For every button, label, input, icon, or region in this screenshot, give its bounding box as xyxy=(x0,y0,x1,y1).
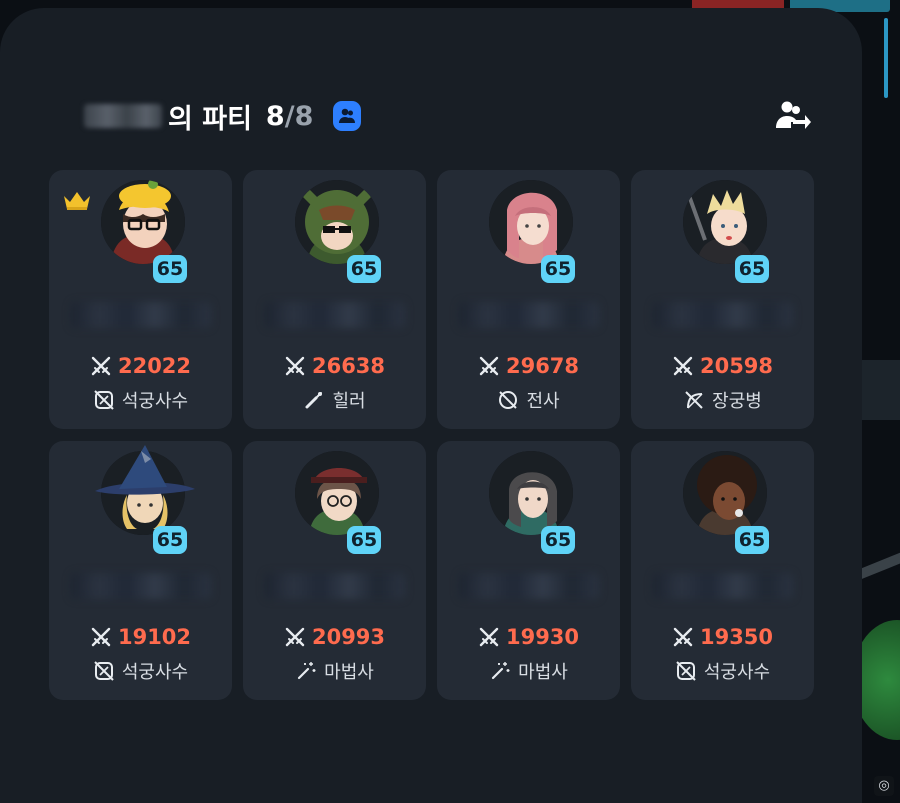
member-level-badge: 65 xyxy=(541,526,575,554)
member-class-label: 석궁사수 xyxy=(121,391,189,412)
magic-wand-icon xyxy=(298,662,316,680)
party-header: 의 파티 8/8 xyxy=(84,96,362,136)
member-power-value: 20598 xyxy=(699,354,774,378)
member-name-redacted xyxy=(653,573,793,599)
member-name-redacted xyxy=(459,302,599,328)
member-avatar xyxy=(489,180,573,264)
member-combat-power: 22022 xyxy=(49,354,232,378)
member-level-badge: 65 xyxy=(541,255,575,283)
leader-crown-icon xyxy=(64,192,90,210)
party-member-card[interactable]: 65 29678 전사 xyxy=(437,170,620,429)
member-level-badge: 65 xyxy=(153,255,187,283)
member-class: 전사 xyxy=(437,387,620,413)
member-avatar xyxy=(101,180,185,264)
member-avatar xyxy=(95,445,195,535)
member-combat-power: 26638 xyxy=(243,354,426,378)
member-power-value: 29678 xyxy=(505,354,580,378)
party-member-card[interactable]: 65 20598 장궁병 xyxy=(631,170,814,429)
party-count-separator: / xyxy=(284,100,295,132)
member-combat-power: 19930 xyxy=(437,625,620,649)
party-member-card[interactable]: 65 20993 마법사 xyxy=(243,441,426,700)
member-avatar xyxy=(683,451,767,535)
party-member-card[interactable]: 65 22022 석궁사수 xyxy=(49,170,232,429)
member-class: 석궁사수 xyxy=(49,658,232,684)
party-count-current: 8 xyxy=(265,100,285,132)
party-member-card[interactable]: 65 26638 힐러 xyxy=(243,170,426,429)
member-class-label: 전사 xyxy=(526,391,560,412)
party-people-icon[interactable] xyxy=(333,101,362,131)
member-avatar xyxy=(295,451,379,535)
crossed-swords-icon xyxy=(285,627,305,647)
member-power-value: 22022 xyxy=(117,354,192,378)
member-combat-power: 20598 xyxy=(631,354,814,378)
member-avatar xyxy=(683,180,767,264)
member-class-label: 마법사 xyxy=(324,662,374,683)
member-class-label: 마법사 xyxy=(518,662,568,683)
party-member-card[interactable]: 65 19930 마법사 xyxy=(437,441,620,700)
crossed-swords-icon xyxy=(285,356,305,376)
member-class: 마법사 xyxy=(243,658,426,684)
member-class-label: 장궁병 xyxy=(712,391,762,412)
crossed-swords-icon xyxy=(91,356,111,376)
crossbow-icon xyxy=(676,661,696,681)
warrior-shield-icon xyxy=(499,391,518,409)
member-combat-power: 20993 xyxy=(243,625,426,649)
member-avatar xyxy=(489,451,573,535)
member-level-badge: 65 xyxy=(735,255,769,283)
member-name-redacted xyxy=(71,573,211,599)
member-combat-power: 19102 xyxy=(49,625,232,649)
member-power-value: 20993 xyxy=(311,625,386,649)
target-lock-icon[interactable]: ◎ xyxy=(874,776,894,796)
member-name-redacted xyxy=(265,573,405,599)
crossbow-icon xyxy=(94,390,114,410)
party-member-card[interactable]: 65 19350 석궁사수 xyxy=(631,441,814,700)
party-member-count: 8/8 xyxy=(266,101,313,132)
member-class-label: 힐러 xyxy=(332,391,366,412)
member-class: 석궁사수 xyxy=(49,387,232,413)
healer-wand-icon xyxy=(305,392,323,409)
party-title: 의 파티 xyxy=(168,103,252,135)
crossed-swords-icon xyxy=(479,627,499,647)
member-level-badge: 65 xyxy=(347,255,381,283)
member-name-redacted xyxy=(71,302,211,328)
member-class-label: 석궁사수 xyxy=(121,662,189,683)
member-combat-power: 19350 xyxy=(631,625,814,649)
member-level-badge: 65 xyxy=(153,526,187,554)
party-count-max: 8 xyxy=(294,100,314,132)
member-class: 힐러 xyxy=(243,387,426,413)
crossed-swords-icon xyxy=(91,627,111,647)
background-scenery xyxy=(862,360,900,420)
background-scroll-indicator xyxy=(884,18,888,98)
member-class: 마법사 xyxy=(437,658,620,684)
crossed-swords-icon xyxy=(673,356,693,376)
longbow-icon xyxy=(685,391,703,409)
member-power-value: 19930 xyxy=(505,625,580,649)
member-power-value: 26638 xyxy=(311,354,386,378)
member-level-badge: 65 xyxy=(347,526,381,554)
member-class: 석궁사수 xyxy=(631,658,814,684)
member-class-label: 석궁사수 xyxy=(703,662,771,683)
crossed-swords-icon xyxy=(479,356,499,376)
member-name-redacted xyxy=(653,302,793,328)
member-power-value: 19350 xyxy=(699,625,774,649)
member-name-redacted xyxy=(459,573,599,599)
party-panel: 의 파티 8/8 65 22022 석궁사수 65 26638 힐러 65 29… xyxy=(0,8,862,803)
member-avatar xyxy=(295,180,379,264)
leader-name-redacted xyxy=(84,104,162,128)
member-combat-power: 29678 xyxy=(437,354,620,378)
background-scenery-pole xyxy=(857,550,900,580)
member-level-badge: 65 xyxy=(735,526,769,554)
crossbow-icon xyxy=(94,661,114,681)
magic-wand-icon xyxy=(492,662,510,680)
member-name-redacted xyxy=(265,302,405,328)
crossed-swords-icon xyxy=(673,627,693,647)
member-class: 장궁병 xyxy=(631,387,814,413)
leave-party-icon[interactable] xyxy=(774,98,812,134)
party-member-card[interactable]: 65 19102 석궁사수 xyxy=(49,441,232,700)
member-power-value: 19102 xyxy=(117,625,192,649)
